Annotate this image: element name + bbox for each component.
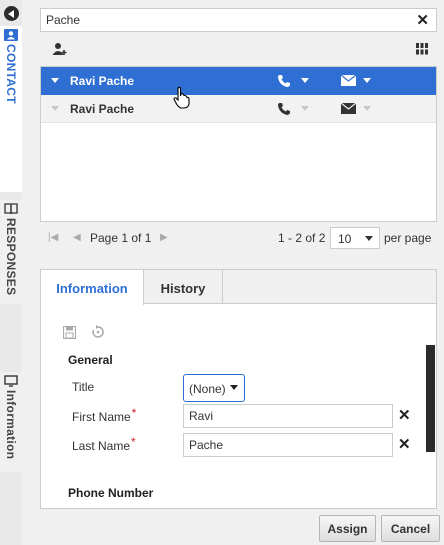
rail-tab-contact-label: CONTACT xyxy=(4,44,18,104)
first-name-field[interactable] xyxy=(184,405,384,427)
result-range: 1 - 2 of 2 xyxy=(278,231,326,245)
chevron-down-icon[interactable] xyxy=(51,106,59,111)
clear-first-name-icon[interactable]: ✕ xyxy=(398,406,411,424)
first-name-label: First Name* xyxy=(72,406,136,424)
contact-name: Ravi Pache xyxy=(70,74,135,88)
reset-icon[interactable] xyxy=(91,325,105,339)
page-size-value: 10 xyxy=(338,232,352,246)
mail-icon[interactable] xyxy=(341,103,356,114)
phone-dropdown-icon[interactable] xyxy=(301,78,309,83)
prev-page-icon[interactable]: ◀ xyxy=(73,232,81,243)
per-page-label: per page xyxy=(384,231,432,245)
contact-card-icon xyxy=(4,29,18,41)
title-label: Title xyxy=(72,380,95,394)
clear-search-icon[interactable]: ✕ xyxy=(416,11,429,29)
last-name-label-text: Last Name xyxy=(72,439,131,453)
page-indicator: Page 1 of 1 xyxy=(90,231,152,245)
first-name-field-box xyxy=(183,404,393,428)
list-item[interactable]: Ravi Pache xyxy=(41,67,436,95)
required-marker: * xyxy=(131,406,137,420)
clear-last-name-icon[interactable]: ✕ xyxy=(398,435,411,453)
phone-number-heading: Phone Number xyxy=(68,486,154,500)
collapse-arrow-icon[interactable] xyxy=(4,6,19,21)
pagination: |◀ ◀ Page 1 of 1 ▶ 1 - 2 of 2 10 per pag… xyxy=(40,226,437,250)
chevron-down-icon xyxy=(365,236,373,241)
mail-dropdown-icon[interactable] xyxy=(363,106,371,111)
title-select[interactable]: (None) xyxy=(183,374,245,402)
phone-icon[interactable] xyxy=(277,74,291,88)
cancel-button[interactable]: Cancel xyxy=(381,515,440,542)
required-marker: * xyxy=(131,435,136,449)
assign-button[interactable]: Assign xyxy=(319,515,376,542)
first-name-label-text: First Name xyxy=(72,410,131,424)
search-box: ✕ xyxy=(40,8,437,32)
phone-icon[interactable] xyxy=(277,102,291,116)
contact-results-list: Ravi Pache Ravi Pache xyxy=(40,66,437,222)
add-contact-icon[interactable] xyxy=(52,42,68,56)
phone-dropdown-icon[interactable] xyxy=(301,106,309,111)
contact-name: Ravi Pache xyxy=(70,102,135,116)
next-page-icon[interactable]: ▶ xyxy=(160,232,168,243)
hand-cursor-icon xyxy=(173,86,190,109)
last-name-field-box xyxy=(183,433,393,457)
monitor-icon xyxy=(4,375,18,387)
scrollbar[interactable] xyxy=(426,345,435,452)
rail-tab-responses-label: RESPONSES xyxy=(4,218,18,296)
last-name-label: Last Name* xyxy=(72,435,136,453)
detail-tabs: Information History xyxy=(41,270,436,305)
mail-dropdown-icon[interactable] xyxy=(363,78,371,83)
general-heading: General xyxy=(68,353,113,367)
grid-view-icon[interactable] xyxy=(416,43,428,55)
first-page-icon[interactable]: |◀ xyxy=(48,232,58,243)
contact-detail-panel: Information History General Title (None)… xyxy=(40,269,437,509)
left-rail: CONTACT RESPONSES Information xyxy=(0,0,22,545)
chevron-down-icon[interactable] xyxy=(51,78,59,83)
page-size-select[interactable]: 10 xyxy=(330,227,380,249)
mail-icon[interactable] xyxy=(341,75,356,86)
rail-tab-responses[interactable]: RESPONSES xyxy=(0,200,22,304)
list-item[interactable]: Ravi Pache xyxy=(41,95,436,123)
search-input[interactable] xyxy=(41,9,401,31)
book-icon xyxy=(4,203,18,215)
rail-tab-information[interactable]: Information xyxy=(0,372,22,472)
tab-information[interactable]: Information xyxy=(41,270,144,305)
rail-tab-contact[interactable]: CONTACT xyxy=(0,26,22,192)
last-name-field[interactable] xyxy=(184,434,384,456)
title-select-value: (None) xyxy=(189,382,226,396)
save-icon[interactable] xyxy=(63,326,76,339)
tab-history[interactable]: History xyxy=(144,270,223,304)
rail-tab-information-label: Information xyxy=(4,390,18,460)
chevron-down-icon xyxy=(230,385,238,390)
